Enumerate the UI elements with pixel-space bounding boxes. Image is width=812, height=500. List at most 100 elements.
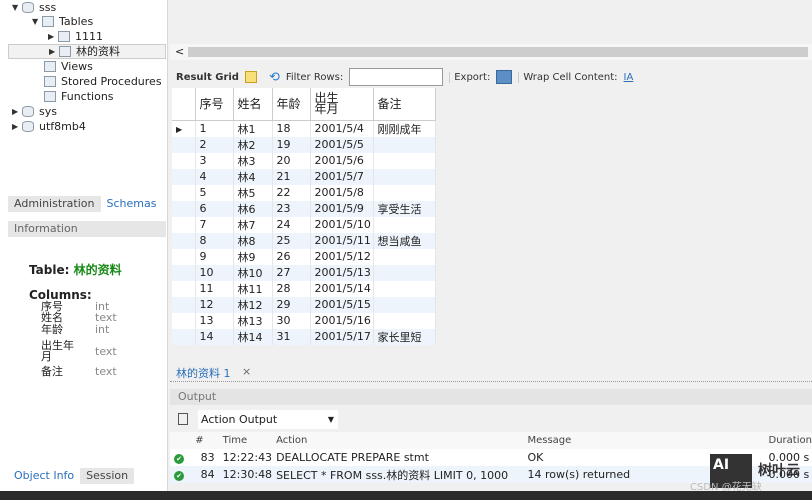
table-cell[interactable]: 11 <box>195 280 234 297</box>
table-cell[interactable]: 2 <box>195 136 234 153</box>
expand-arrow-icon[interactable]: ▼ <box>12 0 22 15</box>
table-row[interactable]: 6 林6 23 2001/5/9 享受生活 <box>172 200 436 217</box>
scrollbar-thumb[interactable] <box>188 47 808 57</box>
table-cell[interactable] <box>373 216 436 233</box>
table-cell[interactable]: 2001/5/9 <box>310 200 374 217</box>
column-header[interactable]: 出生年月 <box>310 88 374 121</box>
tree-views[interactable]: Views <box>44 59 93 74</box>
expand-arrow-icon[interactable]: ▼ <box>32 14 42 29</box>
column-header[interactable]: 姓名 <box>233 88 273 121</box>
table-row[interactable]: 2 林2 19 2001/5/5 <box>172 136 436 153</box>
table-cell[interactable]: 8 <box>195 232 234 249</box>
result-grid-label[interactable]: Result Grid <box>176 72 239 83</box>
column-header[interactable]: 序号 <box>195 88 234 121</box>
table-row[interactable]: ▶ 1 林1 18 2001/5/4 刚刚成年 <box>172 120 436 137</box>
grid-icon[interactable] <box>244 71 257 83</box>
table-cell[interactable]: 14 <box>195 328 234 345</box>
table-cell[interactable]: 31 <box>272 328 311 345</box>
row-indicator[interactable] <box>172 280 196 297</box>
table-cell[interactable]: 2001/5/10 <box>310 216 374 233</box>
table-cell[interactable]: 2001/5/5 <box>310 136 374 153</box>
tree-tables[interactable]: ▼ Tables <box>32 14 93 29</box>
table-cell[interactable]: 林9 <box>233 248 273 265</box>
column-header[interactable]: 备注 <box>373 88 436 121</box>
row-indicator[interactable] <box>172 296 196 313</box>
table-cell[interactable]: 18 <box>272 120 311 137</box>
table-cell[interactable]: 林4 <box>233 168 273 185</box>
table-row[interactable]: 14 林14 31 2001/5/17 家长里短 <box>172 328 436 345</box>
row-indicator[interactable] <box>172 184 196 201</box>
table-cell[interactable]: 林5 <box>233 184 273 201</box>
table-row[interactable]: 10 林10 27 2001/5/13 <box>172 264 436 281</box>
table-cell[interactable]: 2001/5/15 <box>310 296 374 313</box>
close-tab-icon[interactable]: × <box>242 365 251 378</box>
table-cell[interactable]: 22 <box>272 184 311 201</box>
table-cell[interactable]: 林1 <box>233 120 273 137</box>
tab-session[interactable]: Session <box>80 468 135 484</box>
table-cell[interactable]: 2001/5/4 <box>310 120 374 137</box>
row-indicator[interactable] <box>172 216 196 233</box>
table-cell[interactable]: 30 <box>272 312 311 329</box>
table-cell[interactable]: 林10 <box>233 264 273 281</box>
table-cell[interactable]: 12 <box>195 296 234 313</box>
table-cell[interactable]: 28 <box>272 280 311 297</box>
table-cell[interactable]: 想当咸鱼 <box>373 232 436 249</box>
table-row[interactable]: 11 林11 28 2001/5/14 <box>172 280 436 297</box>
tree-schema-sss[interactable]: ▼ sss <box>12 0 56 15</box>
table-cell[interactable]: 1 <box>195 120 234 137</box>
table-cell[interactable]: 林12 <box>233 296 273 313</box>
table-cell[interactable]: 21 <box>272 168 311 185</box>
table-cell[interactable]: 7 <box>195 216 234 233</box>
tree-funcs[interactable]: Functions <box>44 89 114 104</box>
collapse-arrow-icon[interactable]: ▶ <box>49 44 59 59</box>
table-cell[interactable]: 29 <box>272 296 311 313</box>
table-cell[interactable]: 2001/5/14 <box>310 280 374 297</box>
dropdown-arrow-icon[interactable]: ▼ <box>328 410 334 429</box>
table-row[interactable]: 3 林3 20 2001/5/6 <box>172 152 436 169</box>
table-cell[interactable]: 林13 <box>233 312 273 329</box>
table-cell[interactable]: 20 <box>272 152 311 169</box>
table-cell[interactable]: 2001/5/13 <box>310 264 374 281</box>
table-cell[interactable]: 27 <box>272 264 311 281</box>
tree-table-lin[interactable]: ▶ 林的资料 <box>8 44 166 59</box>
table-cell[interactable]: 2001/5/16 <box>310 312 374 329</box>
row-indicator[interactable] <box>172 152 196 169</box>
table-cell[interactable]: 林11 <box>233 280 273 297</box>
collapse-arrow-icon[interactable]: ▶ <box>12 119 22 134</box>
table-cell[interactable]: 家长里短 <box>373 328 436 345</box>
table-cell[interactable] <box>373 296 436 313</box>
table-row[interactable]: 7 林7 24 2001/5/10 <box>172 216 436 233</box>
table-cell[interactable]: 13 <box>195 312 234 329</box>
scroll-left-button[interactable]: < <box>175 45 184 58</box>
table-cell[interactable] <box>373 184 436 201</box>
tree-procs[interactable]: Stored Procedures <box>44 74 162 89</box>
row-indicator[interactable] <box>172 136 196 153</box>
table-cell[interactable]: 2001/5/6 <box>310 152 374 169</box>
row-indicator[interactable] <box>172 168 196 185</box>
table-cell[interactable]: 26 <box>272 248 311 265</box>
tab-object-info[interactable]: Object Info <box>8 468 81 484</box>
row-indicator[interactable] <box>172 232 196 249</box>
filter-rows-input[interactable] <box>349 68 444 86</box>
tree-table-1111[interactable]: ▶ 1111 <box>48 29 103 44</box>
wrap-cell-icon[interactable]: IA <box>624 72 634 83</box>
table-cell[interactable]: 2001/5/12 <box>310 248 374 265</box>
row-indicator[interactable] <box>172 264 196 281</box>
table-cell[interactable]: 林14 <box>233 328 273 345</box>
table-cell[interactable] <box>373 280 436 297</box>
row-indicator[interactable]: ▶ <box>172 120 196 137</box>
table-cell[interactable]: 10 <box>195 264 234 281</box>
row-indicator[interactable] <box>172 312 196 329</box>
table-cell[interactable]: 林8 <box>233 232 273 249</box>
table-cell[interactable]: 5 <box>195 184 234 201</box>
table-cell[interactable]: 享受生活 <box>373 200 436 217</box>
row-indicator[interactable] <box>172 328 196 345</box>
table-row[interactable]: 4 林4 21 2001/5/7 <box>172 168 436 185</box>
table-cell[interactable]: 24 <box>272 216 311 233</box>
table-cell[interactable]: 3 <box>195 152 234 169</box>
table-cell[interactable] <box>373 312 436 329</box>
table-row[interactable]: 8 林8 25 2001/5/11 想当咸鱼 <box>172 232 436 249</box>
row-indicator[interactable] <box>172 200 196 217</box>
result-tab[interactable]: 林的资料 1 <box>176 365 231 381</box>
table-cell[interactable]: 2001/5/17 <box>310 328 374 345</box>
